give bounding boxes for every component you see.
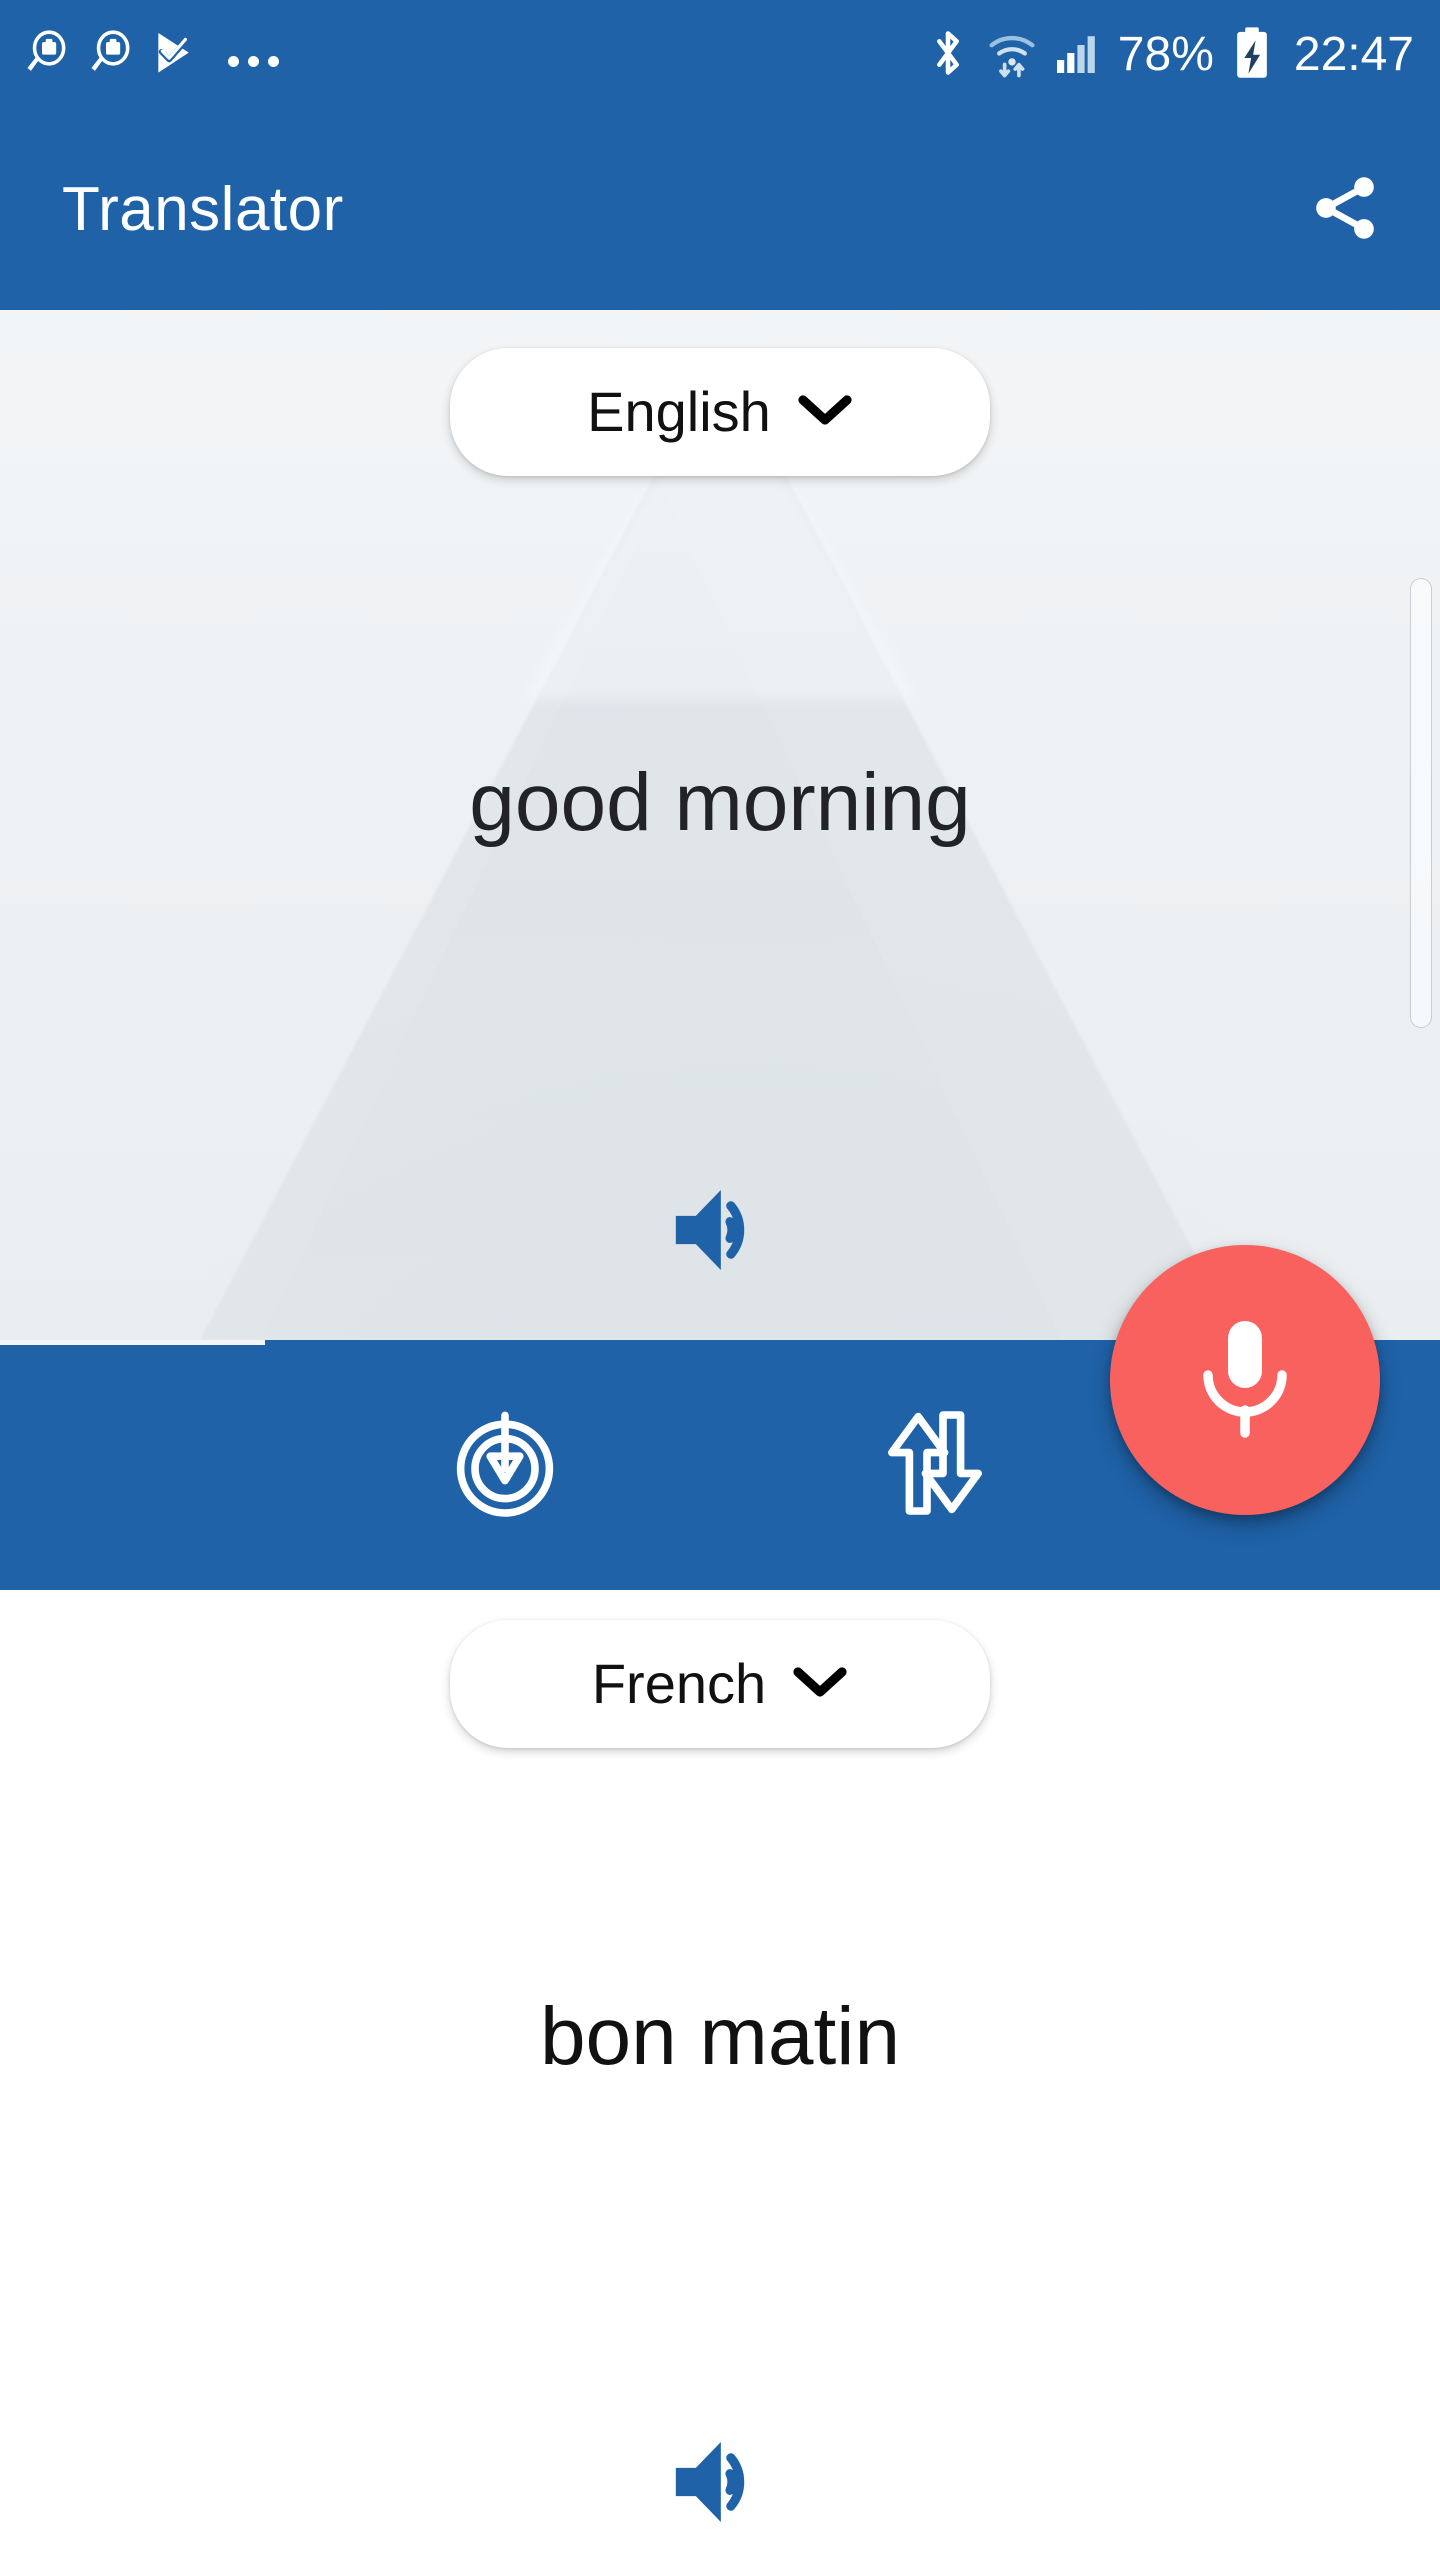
target-language-selector[interactable]: French bbox=[450, 1620, 990, 1748]
swap-languages-icon bbox=[875, 1403, 995, 1528]
translator-app-screen: 78% 22:47 Translator English good mornin… bbox=[0, 0, 1440, 2560]
battery-charging-icon bbox=[1232, 26, 1272, 85]
microphone-icon bbox=[1190, 1313, 1300, 1448]
swap-languages-button[interactable] bbox=[860, 1390, 1010, 1540]
page-title: Translator bbox=[62, 175, 344, 244]
translated-text[interactable]: bon matin bbox=[0, 1990, 1440, 2084]
bluetooth-icon bbox=[926, 27, 970, 84]
job-search-icon bbox=[22, 28, 72, 83]
target-speak-button[interactable] bbox=[655, 2424, 785, 2544]
target-text-panel: French bon matin bbox=[0, 1590, 1440, 2560]
status-bar-indicators: 78% 22:47 bbox=[926, 26, 1414, 85]
download-to-circle-icon bbox=[445, 1403, 565, 1528]
share-icon bbox=[1307, 170, 1383, 251]
job-search-icon bbox=[86, 28, 136, 83]
chevron-down-icon bbox=[792, 1664, 848, 1705]
status-bar-notifications bbox=[22, 28, 279, 83]
play-store-check-icon bbox=[150, 28, 200, 83]
speak-icon bbox=[665, 1180, 775, 1285]
share-button[interactable] bbox=[1290, 155, 1400, 265]
source-language-selector[interactable]: English bbox=[450, 348, 990, 476]
battery-percentage: 78% bbox=[1117, 28, 1214, 81]
microphone-record-button[interactable] bbox=[1110, 1245, 1380, 1515]
status-bar-clock: 22:47 bbox=[1293, 28, 1414, 81]
source-speak-button[interactable] bbox=[655, 1172, 785, 1292]
wifi-icon bbox=[986, 27, 1038, 84]
speak-icon bbox=[665, 2432, 775, 2537]
source-text[interactable]: good morning bbox=[0, 756, 1440, 850]
chevron-down-icon bbox=[797, 392, 853, 433]
app-bar: Translator bbox=[0, 110, 1440, 310]
source-language-label: English bbox=[587, 380, 771, 443]
source-text-panel: English good morning bbox=[0, 310, 1440, 1340]
target-language-label: French bbox=[591, 1652, 767, 1715]
save-translation-button[interactable] bbox=[430, 1390, 580, 1540]
cellular-signal-icon bbox=[1054, 29, 1102, 82]
app-bar-actions bbox=[1290, 155, 1400, 265]
status-bar: 78% 22:47 bbox=[0, 0, 1440, 110]
translation-progress-indicator bbox=[0, 1340, 265, 1345]
more-notifications-icon bbox=[228, 55, 279, 67]
